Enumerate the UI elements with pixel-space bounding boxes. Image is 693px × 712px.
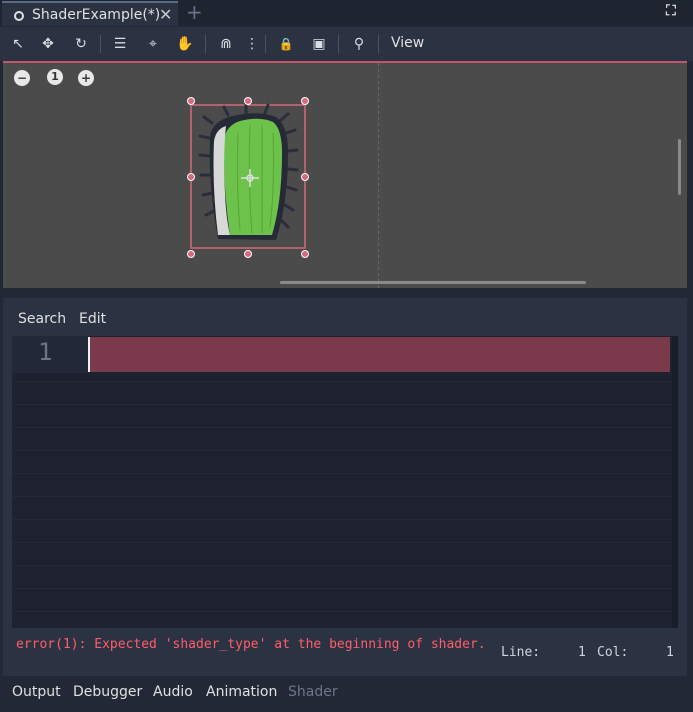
bone-icon[interactable]: ⚲ (349, 34, 369, 54)
zoom-reset-button[interactable]: 1 (47, 69, 63, 85)
col-value: 1 (666, 645, 674, 660)
viewport-vertical-scrollbar[interactable] (678, 139, 681, 195)
code-vertical-scrollbar[interactable] (672, 336, 678, 628)
code-background (12, 336, 678, 628)
select-mode-icon[interactable]: ↖ (8, 34, 28, 54)
edit-menu[interactable]: Edit (79, 311, 106, 327)
lock-icon[interactable]: 🔒 (276, 34, 296, 54)
pivot-mode-icon[interactable]: ⌖ (143, 34, 163, 54)
tab-debugger[interactable]: Debugger (73, 684, 142, 700)
snap-icon[interactable]: ⋒ (216, 34, 236, 54)
line-label: Line: (501, 645, 541, 660)
toolbar-separator (100, 35, 101, 53)
tab-shader[interactable]: Shader (288, 684, 338, 700)
scene-tab-bar: ShaderExample(*) ✕ + ⛶ (0, 0, 693, 26)
tab-output[interactable]: Output (12, 684, 61, 700)
zoom-out-button[interactable]: − (14, 70, 30, 86)
move-mode-icon[interactable]: ✥ (38, 34, 58, 54)
toolbar-separator (205, 35, 206, 53)
line-number: 1 (38, 338, 53, 366)
group-icon[interactable]: ▣ (309, 34, 329, 54)
list-select-icon[interactable]: ☰ (110, 34, 130, 54)
rotate-mode-icon[interactable]: ↻ (71, 34, 91, 54)
line-gutter: 1 (12, 336, 88, 373)
canvas-viewport[interactable]: − 1 + (3, 61, 687, 288)
line-value: 1 (578, 645, 586, 660)
close-tab-icon[interactable]: ✕ (159, 5, 172, 24)
pan-mode-icon[interactable]: ✋ (175, 34, 195, 54)
toolbar-separator (338, 35, 339, 53)
panel-splitter[interactable] (0, 288, 693, 298)
shader-editor-panel: Search Edit 1 error(1): Expected 'shader… (3, 298, 687, 676)
distraction-free-icon[interactable]: ⛶ (666, 3, 676, 19)
view-menu[interactable]: View (391, 35, 424, 51)
toolbar-separator (378, 35, 379, 53)
error-line-highlight[interactable] (88, 337, 670, 372)
add-scene-tab-icon[interactable]: + (186, 0, 203, 24)
godot-editor: ShaderExample(*) ✕ + ⛶ ↖ ✥ ↻ ☰ ⌖ ✋ ⋒ ⋮ 🔒… (0, 0, 693, 712)
code-editor[interactable]: 1 (12, 336, 678, 628)
node2d-icon (14, 11, 24, 21)
tab-animation[interactable]: Animation (206, 684, 277, 700)
search-menu[interactable]: Search (18, 311, 66, 327)
more-options-icon[interactable]: ⋮ (242, 34, 262, 54)
cactus-sprite[interactable] (178, 93, 328, 263)
origin-guide-line (378, 63, 379, 288)
scene-tab-shader-example[interactable]: ShaderExample(*) ✕ (2, 1, 178, 26)
tab-audio[interactable]: Audio (153, 684, 193, 700)
scene-tab-title: ShaderExample(*) (32, 7, 161, 23)
bottom-panel-tabs: Output Debugger Audio Animation Shader (0, 678, 693, 712)
zoom-in-button[interactable]: + (78, 70, 94, 86)
viewport-horizontal-scrollbar[interactable] (280, 281, 586, 284)
canvas-toolbar: ↖ ✥ ↻ ☰ ⌖ ✋ ⋒ ⋮ 🔒 ▣ ⚲ View (0, 27, 693, 61)
col-label: Col: (597, 645, 629, 660)
toolbar-separator (265, 35, 266, 53)
error-message: error(1): Expected 'shader_type' at the … (16, 637, 486, 652)
